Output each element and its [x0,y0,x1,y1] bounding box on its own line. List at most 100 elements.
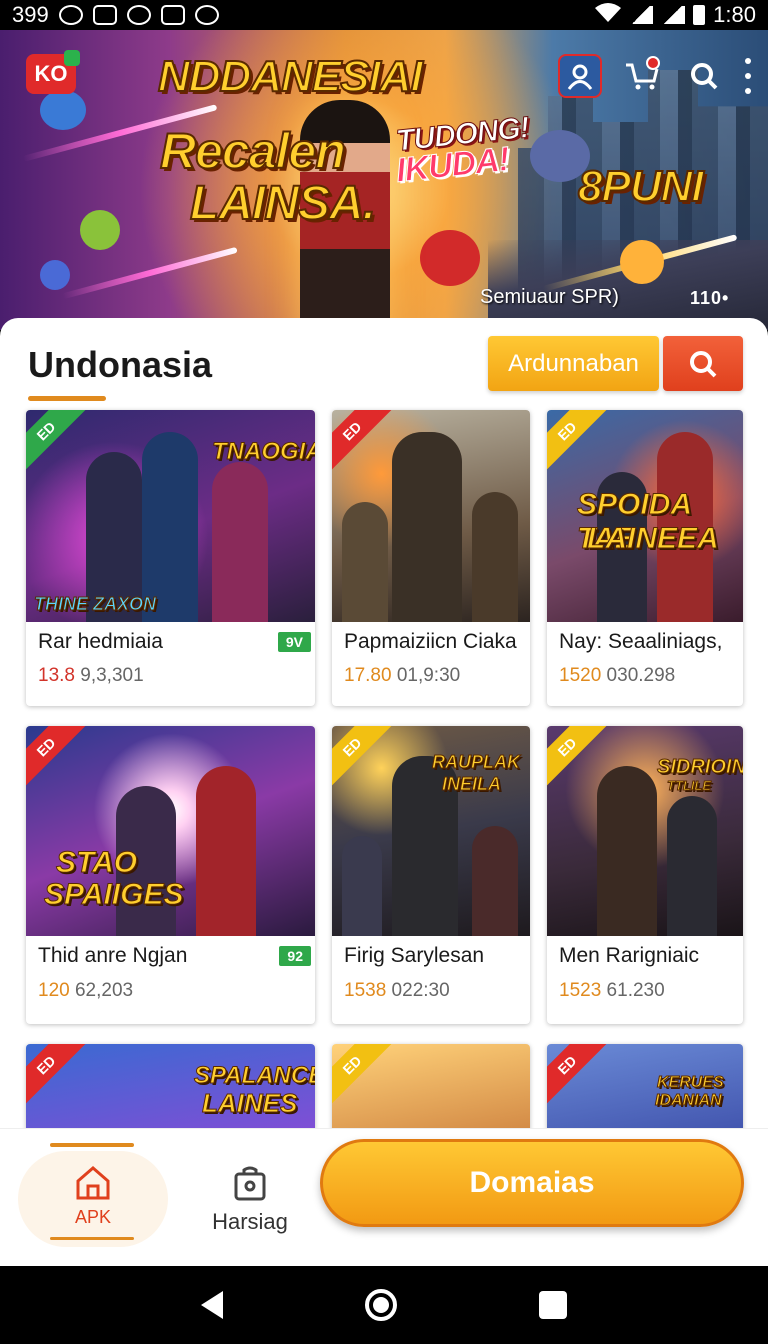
game-art-title: RAUPLAK [432,752,521,773]
art-figure [667,796,717,936]
home-icon [74,1165,112,1206]
game-tag: 92 [279,946,311,966]
card-ribbon: ED [332,410,397,476]
category-button[interactable]: Ardunnaban [488,336,659,391]
hero-title-line1: NDDANESIAI [157,51,424,102]
card-ribbon: ED [26,410,91,476]
game-stats: 13.8 9,3,301 [38,665,144,687]
clock-icon [58,5,83,25]
art-figure [597,766,657,936]
game-rating: 120 [38,980,70,1001]
game-rating: 1538 [344,980,387,1001]
game-art-title: SIDRIOIN [657,756,743,779]
game-stats: 17.80 01,9:30 [344,665,460,687]
search-button[interactable] [663,336,743,391]
game-card-art: ED [332,410,530,622]
game-card[interactable]: STAO SPAIIGES ED Thid anre Ngjan 120 62,… [26,726,315,1024]
signal-icon [629,6,654,24]
shield-icon [194,5,219,25]
game-name: Thid anre Ngjan [38,944,188,967]
user-icon[interactable] [558,54,602,98]
recents-icon[interactable] [539,1291,567,1319]
status-bar: 399 1:80 [0,0,768,30]
game-name: Firig Sarylesan [344,944,485,967]
game-name: Rar hedmiaia [38,630,163,653]
game-card-art: SIDRIOIN TTLILE ED [547,726,743,936]
game-stats: 1523 61.230 [559,980,665,1002]
game-art-subtitle: TTLILE [666,778,712,794]
primary-cta-button[interactable]: Domaias [320,1139,744,1227]
game-card-art: SPOIDA TAE LAINEEA ED [547,410,743,622]
game-card[interactable]: SPOIDA TAE LAINEEA ED Nay: Seaaliniags, … [547,410,743,706]
more-icon[interactable] [744,58,752,94]
bag-icon [233,1165,267,1206]
game-card[interactable]: RAUPLAK INEILA ED Firig Sarylesan 1538 0… [332,726,530,1024]
game-count: 9,3,301 [74,665,144,686]
back-icon[interactable] [201,1291,223,1319]
card-ribbon: ED [547,410,612,476]
card-ribbon: ED [332,726,397,792]
game-count: 62,203 [69,980,134,1001]
notification-icon [126,5,151,25]
nav-active-underline [50,1237,134,1240]
cart-icon[interactable] [620,54,664,98]
game-art-subtitle: INEILA [441,774,502,795]
art-figure [342,502,388,622]
game-name: Men Rarigniaic [559,944,700,967]
card-ribbon: ED [26,726,91,792]
wifi-icon [595,2,622,28]
hero-creature [80,210,120,250]
game-stats: 120 62,203 [38,980,133,1002]
game-card[interactable]: SIDRIOIN TTLILE ED Men Rarigniaic 1523 6… [547,726,743,1024]
game-stats: 1538 022:30 [344,980,450,1002]
hero-streak [62,246,238,300]
card-ribbon: ED [332,1044,397,1110]
game-card-art: STAO SPAIIGES ED [26,726,315,936]
game-count: 030.298 [601,665,676,686]
hero-creature [420,230,480,286]
hero-creature [40,90,86,130]
game-name: Nay: Seaaliniags, [559,630,723,653]
game-art-title: SPALANCE [193,1062,315,1090]
app-logo[interactable]: KO [26,50,80,94]
game-rating: 1520 [559,665,602,686]
art-figure [472,492,518,622]
game-card[interactable]: ED Papmaiziicn Ciaka 17.80 01,9:30 [332,410,530,706]
content-sheet: Undonasia Ardunnaban TNAOGIAN THINE ZAXO… [0,318,768,1266]
game-stats: 1520 030.298 [559,665,675,687]
cast-icon [92,5,117,25]
game-count: 61.230 [601,980,665,1001]
logo-badge [64,50,80,66]
nav-apk[interactable]: APK [18,1143,168,1247]
search-icon [690,350,717,377]
nav-harsiag[interactable]: Harsiag [200,1151,300,1247]
hero-title-line2: Recalen [159,122,347,180]
game-art-subtitle: SPAIIGES [43,878,184,912]
nav-active-indicator [50,1143,134,1147]
art-figure [196,766,256,936]
game-art-subtitle: IDANIAN [655,1092,723,1110]
search-icon[interactable] [682,54,726,98]
status-left-text: 399 [12,2,49,27]
hero-title-line3: LAINSA. [189,176,377,231]
game-rating: 13.8 [38,665,75,686]
app-logo-text: KO [34,61,68,86]
hero-pager[interactable]: 110• [690,288,729,309]
game-card[interactable]: TNAOGIAN THINE ZAXON ED Rar hedmiaia 13.… [26,410,315,706]
section-title-underline [28,396,106,401]
battery-icon [693,5,706,25]
art-figure [342,836,382,936]
hero-banner[interactable]: KO NDDANESIAI Recalen LAINSA. TUDONG! IK… [0,30,768,330]
game-card-art: RAUPLAK INEILA ED [332,726,530,936]
signal-icon [661,6,686,24]
game-rating: 17.80 [344,665,392,686]
art-figure [472,826,518,936]
gallery-icon [160,5,185,25]
game-count: 022:30 [386,980,450,1001]
hero-caption: Semiuaur SPR) [480,286,619,308]
game-art-title: TNAOGIAN [212,438,316,466]
home-circle-icon[interactable] [365,1289,397,1321]
card-ribbon: ED [26,1044,91,1110]
bottom-navigation: APK Harsiag Domaias [0,1128,768,1266]
game-art-subtitle: LAINES [201,1088,298,1119]
